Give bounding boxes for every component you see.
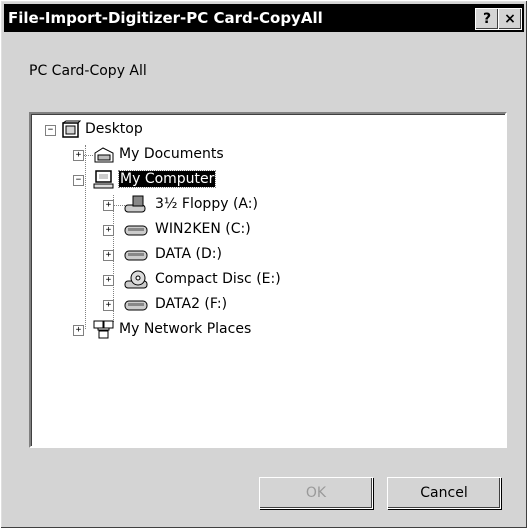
tree-item-label: WIN2KEN (C:) [155, 221, 251, 237]
network-places-icon [93, 320, 114, 339]
expand-toggle[interactable]: + [73, 150, 84, 161]
expand-toggle[interactable]: + [103, 275, 114, 286]
my-computer-icon [93, 170, 114, 189]
tree-item-label: My Computer [117, 170, 217, 188]
tree-item-compact-disc[interactable]: + Compact Disc (E:) [103, 270, 323, 290]
tree-item-label: 3½ Floppy (A:) [155, 196, 258, 212]
floppy-drive-icon [124, 195, 146, 213]
tree-item-label: Compact Disc (E:) [155, 271, 281, 287]
hard-drive-icon [124, 225, 148, 236]
tree-item-label: Desktop [85, 121, 143, 137]
my-documents-icon [94, 147, 114, 163]
tree-item-label: DATA2 (F:) [155, 296, 228, 312]
ok-button[interactable]: OK [259, 477, 373, 509]
window-title: File-Import-Digitizer-PC Card-CopyAll [8, 9, 323, 27]
cd-drive-icon [124, 270, 148, 289]
desktop-icon [62, 120, 81, 138]
tree-item-my-computer[interactable]: − My Computer [73, 170, 273, 190]
expand-toggle[interactable]: + [73, 325, 84, 336]
tree-item-my-documents[interactable]: + My Documents [73, 145, 273, 165]
hard-drive-icon [124, 250, 148, 261]
cancel-button[interactable]: Cancel [387, 477, 501, 509]
expand-toggle[interactable]: + [103, 250, 114, 261]
expand-toggle[interactable]: + [103, 225, 114, 236]
title-bar[interactable]: File-Import-Digitizer-PC Card-CopyAll ? … [4, 4, 524, 32]
tree-item-data-d[interactable]: + DATA (D:) [103, 245, 303, 265]
tree-item-desktop[interactable]: − Desktop [45, 120, 185, 140]
hard-drive-icon [124, 300, 148, 311]
tree-item-win2ken[interactable]: + WIN2KEN (C:) [103, 220, 303, 240]
tree-item-label: My Network Places [119, 321, 252, 337]
folder-tree[interactable]: − Desktop + My Documents − My Computer +… [29, 112, 507, 448]
tree-item-label: DATA (D:) [155, 246, 222, 262]
dialog-caption: PC Card-Copy All [29, 63, 147, 79]
tree-item-label: My Documents [119, 146, 224, 162]
collapse-toggle[interactable]: − [45, 125, 56, 136]
collapse-toggle[interactable]: − [73, 175, 84, 186]
tree-item-my-network-places[interactable]: + My Network Places [73, 320, 313, 340]
close-button[interactable]: × [498, 8, 522, 30]
dialog-window: File-Import-Digitizer-PC Card-CopyAll ? … [0, 0, 528, 529]
tree-item-floppy[interactable]: + 3½ Floppy (A:) [103, 195, 303, 215]
expand-toggle[interactable]: + [103, 200, 114, 211]
tree-item-data2-f[interactable]: + DATA2 (F:) [103, 295, 303, 315]
help-button[interactable]: ? [475, 8, 499, 30]
expand-toggle[interactable]: + [103, 300, 114, 311]
